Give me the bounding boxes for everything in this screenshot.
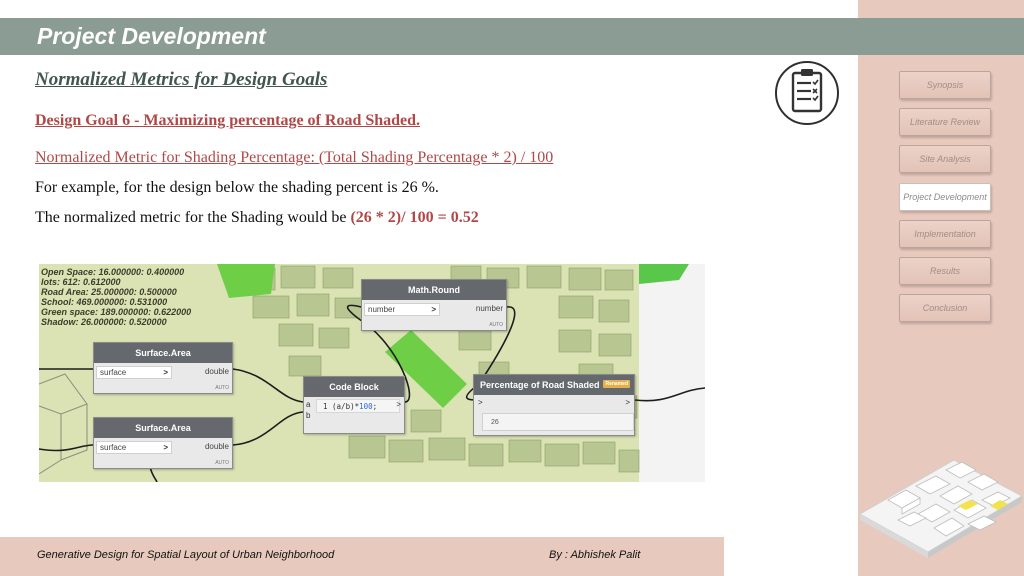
code-number: 100 <box>359 402 373 411</box>
watch-input-port[interactable]: > <box>478 398 483 407</box>
sidebar-item-results[interactable]: Results <box>899 257 991 285</box>
code-block-input-ports[interactable]: ab <box>306 399 316 421</box>
renamed-badge: Renamed <box>603 380 630 388</box>
port-label: surface <box>100 443 127 452</box>
math-round-node[interactable]: Math.Round number > number AUTO <box>361 279 507 331</box>
metrics-output-text: Open Space: 16.000000: 0.400000 lots: 61… <box>41 267 192 327</box>
port-row: number > number <box>362 300 506 318</box>
percentage-road-shaded-watch-node[interactable]: Percentage of Road Shaded Renamed > > 26 <box>473 374 635 436</box>
port-b[interactable]: b <box>306 410 316 421</box>
port-arrow-icon: > <box>163 368 168 377</box>
auto-tag: AUTO <box>215 385 229 391</box>
port-a[interactable]: a <box>306 399 316 410</box>
page-title: Project Development <box>37 23 266 49</box>
code-editor-line[interactable]: 1 (a/b)*100; <box>316 399 400 413</box>
double-output-port[interactable]: double <box>205 442 229 451</box>
watch-value-display: 26 <box>482 413 634 431</box>
node-title: Percentage of Road Shaded Renamed <box>474 375 634 395</box>
sidebar-item-project-development[interactable]: Project Development <box>899 183 991 211</box>
watch-output-port[interactable]: > <box>625 398 630 407</box>
port-arrow-icon: > <box>431 305 436 314</box>
code-block-output-port[interactable]: > <box>396 400 401 409</box>
result-line: The normalized metric for the Shading wo… <box>35 209 479 227</box>
port-row: surface > double <box>94 438 232 456</box>
node-title: Code Block <box>304 377 404 397</box>
port-row: surface > double <box>94 363 232 381</box>
auto-tag: AUTO <box>215 460 229 466</box>
code-block-node[interactable]: Code Block ab 1 (a/b)*100; > <box>303 376 405 434</box>
sidebar-item-site-analysis[interactable]: Site Analysis <box>899 145 991 173</box>
node-title: Surface.Area <box>94 343 232 363</box>
result-prefix: The normalized metric for the Shading wo… <box>35 209 351 226</box>
section-heading: Normalized Metrics for Design Goals <box>35 69 328 90</box>
node-title: Math.Round <box>362 280 506 300</box>
isometric-city-model-image <box>858 459 1024 558</box>
example-line: For example, for the design below the sh… <box>35 179 439 196</box>
footer-author: By : Abhishek Palit <box>549 549 641 561</box>
dynamo-graph-screenshot: Open Space: 16.000000: 0.400000 lots: 61… <box>39 264 705 482</box>
double-output-port[interactable]: double <box>205 367 229 376</box>
sidebar-item-literature-review[interactable]: Literature Review <box>899 108 991 136</box>
code-semicolon: ; <box>372 402 378 411</box>
line-number: 1 <box>323 402 328 411</box>
result-formula: (26 * 2)/ 100 = 0.52 <box>350 209 479 226</box>
port-arrow-icon: > <box>163 443 168 452</box>
surface-input-port[interactable]: surface > <box>96 441 172 454</box>
node-title: Surface.Area <box>94 418 232 438</box>
design-goal-heading: Design Goal 6 - Maximizing percentage of… <box>35 112 421 129</box>
sidebar-item-conclusion[interactable]: Conclusion <box>899 294 991 322</box>
number-input-port[interactable]: number > <box>364 303 440 316</box>
metric-formula-line: Normalized Metric for Shading Percentage… <box>35 149 554 166</box>
sidebar-item-implementation[interactable]: Implementation <box>899 220 991 248</box>
port-label: number <box>368 305 396 314</box>
number-output-port[interactable]: number <box>476 304 503 313</box>
watch-title-text: Percentage of Road Shaded <box>480 380 600 390</box>
surface-area-node-1[interactable]: Surface.Area surface > double AUTO <box>93 342 233 394</box>
clipboard-checklist-icon <box>775 61 839 125</box>
sidebar-item-synopsis[interactable]: Synopsis <box>899 71 991 99</box>
surface-area-node-2[interactable]: Surface.Area surface > double AUTO <box>93 417 233 469</box>
port-label: surface <box>100 368 127 377</box>
code-text: (a/b)* <box>332 402 360 411</box>
auto-tag: AUTO <box>489 322 503 328</box>
footer-project-title: Generative Design for Spatial Layout of … <box>37 549 335 561</box>
surface-input-port[interactable]: surface > <box>96 366 172 379</box>
